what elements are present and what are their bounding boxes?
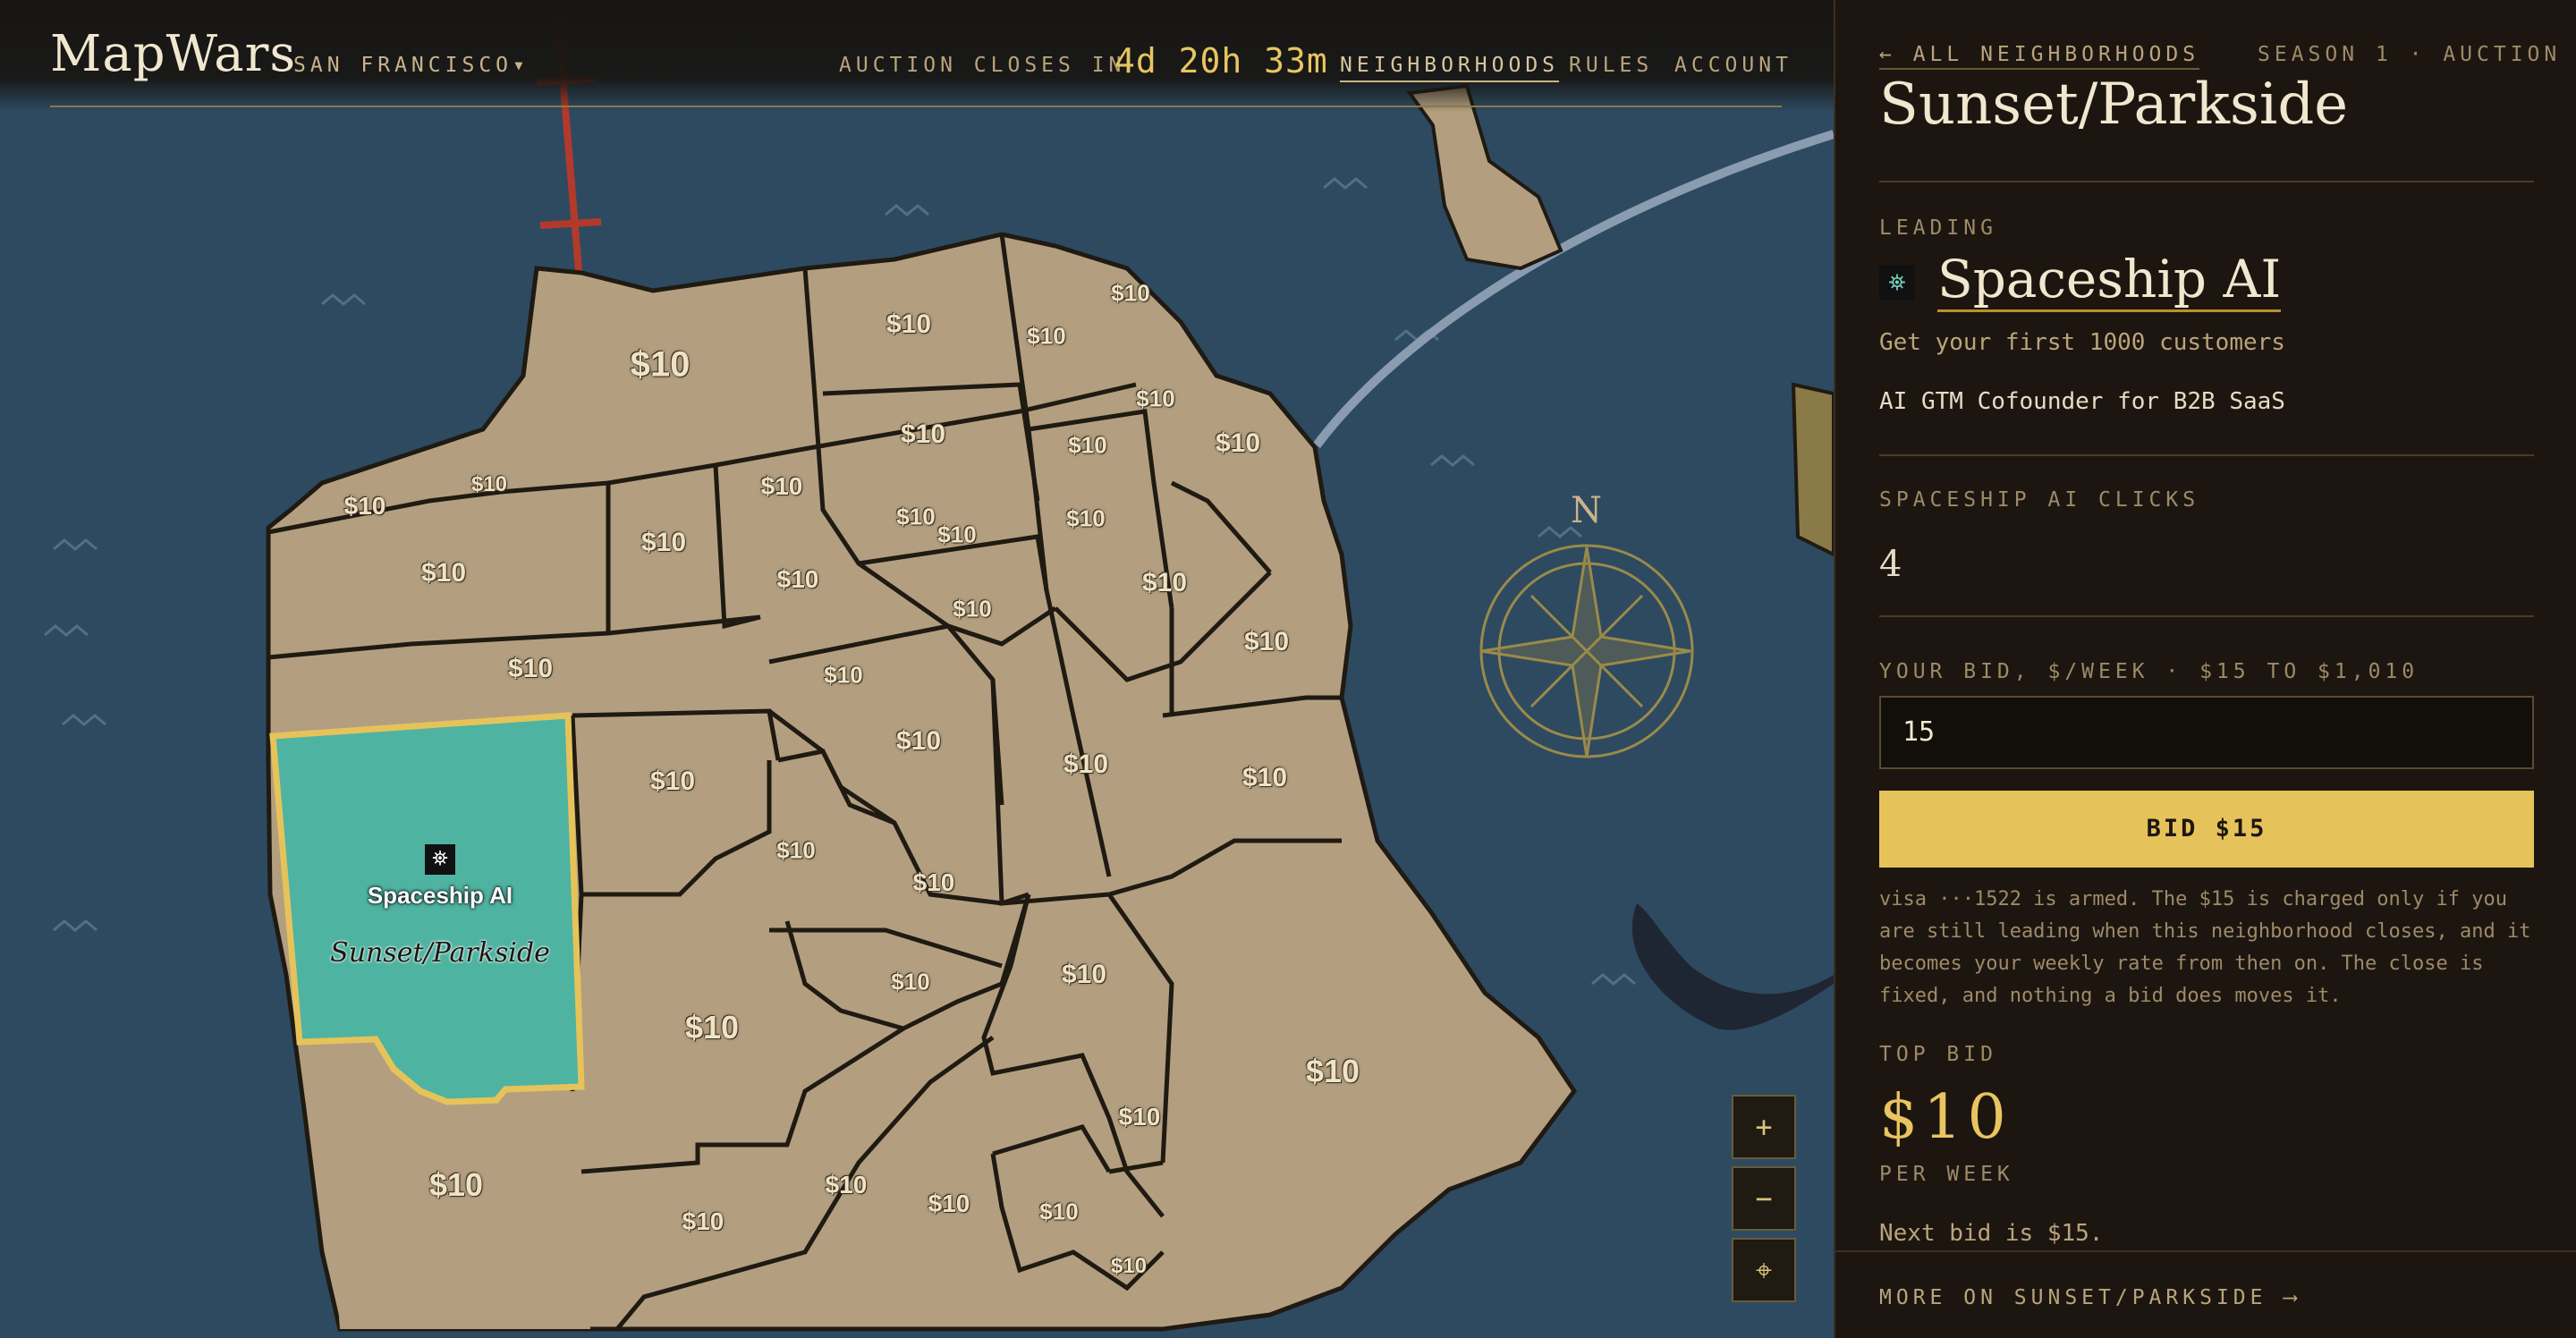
per-week-label: PER WEEK bbox=[1879, 1163, 2014, 1186]
neighborhood-panel: ← ALL NEIGHBORHOODS SEASON 1 · AUCTION S… bbox=[1834, 0, 2576, 1338]
clicks-label: SPACESHIP AI CLICKS bbox=[1879, 488, 2200, 512]
chevron-down-icon: ▾ bbox=[513, 54, 530, 77]
neighborhood-price-label[interactable]: $10 bbox=[1027, 323, 1065, 351]
neighborhood-price-label[interactable]: $10 bbox=[508, 654, 553, 684]
zoom-out-button[interactable]: − bbox=[1732, 1166, 1796, 1231]
back-to-neighborhoods-link[interactable]: ← ALL NEIGHBORHOODS bbox=[1879, 43, 2200, 70]
clicks-count: 4 bbox=[1879, 544, 1902, 585]
neighborhood-price-label[interactable]: $10 bbox=[685, 1009, 739, 1046]
locate-button[interactable]: ⌖ bbox=[1732, 1238, 1796, 1302]
neighborhood-price-label[interactable]: $10 bbox=[1063, 749, 1108, 780]
neighborhood-price-label[interactable]: $10 bbox=[1142, 568, 1187, 598]
top-bid-label: TOP BID bbox=[1879, 1043, 1997, 1066]
nav-rules[interactable]: RULES bbox=[1569, 54, 1653, 77]
neighborhood-price-label[interactable]: $10 bbox=[641, 528, 686, 558]
neighborhood-price-label[interactable]: $10 bbox=[896, 504, 935, 531]
auction-closes-label: AUCTION CLOSES IN bbox=[839, 54, 1126, 77]
neighborhood-price-label[interactable]: $10 bbox=[777, 565, 819, 594]
neighborhood-price-label[interactable]: $10 bbox=[913, 868, 955, 897]
leader-description: AI GTM Cofounder for B2B SaaS bbox=[1879, 388, 2285, 415]
city-label: SAN FRANCISCO bbox=[293, 54, 513, 77]
neighborhood-price-label[interactable]: $10 bbox=[1119, 1103, 1161, 1131]
top-bid-value: $10 bbox=[1879, 1082, 2012, 1153]
neighborhood-price-label[interactable]: $10 bbox=[953, 596, 991, 623]
neighborhood-price-label[interactable]: $10 bbox=[928, 1190, 970, 1218]
spaceship-logo-icon: ⛯ bbox=[425, 844, 455, 875]
neighborhood-title: Sunset/Parkside bbox=[1879, 72, 2349, 138]
leader-tagline: Get your first 1000 customers bbox=[1879, 329, 2285, 356]
bay-bridge bbox=[1312, 130, 1834, 448]
neighborhood-price-label[interactable]: $10 bbox=[1136, 385, 1174, 413]
neighborhood-price-label[interactable]: $10 bbox=[650, 766, 695, 797]
neighborhood-price-label[interactable]: $10 bbox=[1306, 1053, 1360, 1090]
neighborhood-price-label[interactable]: $10 bbox=[1242, 763, 1287, 793]
top-nav: MapWars SAN FRANCISCO▾ AUCTION CLOSES IN… bbox=[0, 0, 1834, 112]
leading-label: LEADING bbox=[1879, 216, 1997, 240]
neighborhood-price-label[interactable]: $10 bbox=[1244, 627, 1289, 657]
neighborhood-price-label[interactable]: $10 bbox=[421, 558, 466, 589]
nav-account[interactable]: ACCOUNT bbox=[1674, 54, 1792, 77]
bid-button[interactable]: BID $15 bbox=[1879, 791, 2534, 868]
neighborhood-price-label[interactable]: $10 bbox=[344, 492, 386, 521]
neighborhood-price-label[interactable]: $10 bbox=[886, 309, 931, 340]
neighborhood-price-label[interactable]: $10 bbox=[901, 419, 945, 450]
neighborhood-price-label[interactable]: $10 bbox=[937, 521, 976, 549]
bid-amount-input[interactable]: 15 bbox=[1879, 696, 2534, 769]
neighborhood-price-label[interactable]: $10 bbox=[1111, 280, 1149, 308]
leader-name[interactable]: Spaceship AI bbox=[1937, 249, 2282, 312]
nav-neighborhoods[interactable]: NEIGHBORHOODS bbox=[1340, 54, 1560, 82]
city-selector[interactable]: SAN FRANCISCO▾ bbox=[293, 54, 530, 77]
neighborhood-price-label[interactable]: $10 bbox=[1066, 505, 1105, 533]
spaceship-logo-icon: ⛯ bbox=[1879, 265, 1915, 301]
east-edge-land bbox=[1791, 382, 1834, 557]
neighborhood-price-label[interactable]: $10 bbox=[776, 837, 815, 865]
neighborhood-price-label[interactable]: $10 bbox=[631, 345, 691, 385]
next-bid-text: Next bid is $15. bbox=[1879, 1220, 2104, 1247]
nav-divider bbox=[50, 106, 1782, 107]
bid-label: YOUR BID, $/WEEK · $15 TO $1,010 bbox=[1879, 660, 2419, 683]
neighborhood-price-label[interactable]: $10 bbox=[1111, 1254, 1147, 1279]
compass-rose bbox=[1479, 544, 1694, 758]
neighborhood-price-label[interactable]: $10 bbox=[896, 726, 941, 757]
neighborhood-price-label[interactable]: $10 bbox=[824, 662, 862, 690]
selected-leader-marker[interactable]: ⛯ Spaceship AI bbox=[351, 844, 530, 910]
neighborhood-price-label[interactable]: $10 bbox=[682, 1207, 724, 1236]
map-svg bbox=[44, 0, 1834, 1332]
neighborhood-price-label[interactable]: $10 bbox=[429, 1166, 483, 1204]
neighborhood-price-label[interactable]: $10 bbox=[761, 472, 803, 501]
selected-leader-name: Spaceship AI bbox=[367, 882, 513, 909]
neighborhood-price-label[interactable]: $10 bbox=[1039, 1198, 1078, 1226]
auction-timer: 4d 20h 33m bbox=[1114, 41, 1328, 80]
neighborhood-price-label[interactable]: $10 bbox=[1062, 960, 1106, 990]
neighborhood-price-label[interactable]: $10 bbox=[891, 969, 929, 996]
panel-footer: MORE ON SUNSET/PARKSIDE ⟶ bbox=[1835, 1250, 2576, 1338]
neighborhood-price-label[interactable]: $10 bbox=[1216, 428, 1260, 459]
treasure-island bbox=[1406, 83, 1563, 271]
neighborhood-price-label[interactable]: $10 bbox=[1068, 432, 1106, 460]
more-on-neighborhood-link[interactable]: MORE ON SUNSET/PARKSIDE ⟶ bbox=[1879, 1286, 2301, 1309]
selected-neighborhood-name: Sunset/Parkside bbox=[330, 937, 550, 969]
season-label: SEASON 1 · AUCTION bbox=[2258, 43, 2562, 66]
neighborhood-price-label[interactable]: $10 bbox=[826, 1171, 868, 1199]
coastline-detail bbox=[1631, 903, 1834, 1030]
divider bbox=[1879, 454, 2534, 456]
map-canvas[interactable]: $10 $10 $10 $10 $10 $10 $10 $10 $10 $10 $10 $10 $10 $… bbox=[0, 0, 1834, 1338]
divider bbox=[1879, 615, 2534, 617]
zoom-in-button[interactable]: + bbox=[1732, 1095, 1796, 1159]
compass-letter: N bbox=[1571, 490, 1602, 531]
neighborhood-price-label[interactable]: $10 bbox=[471, 472, 507, 497]
divider bbox=[1879, 181, 2534, 182]
app-logo[interactable]: MapWars bbox=[50, 25, 296, 83]
bid-note: visa ···1522 is armed. The $15 is charge… bbox=[1879, 888, 2531, 1007]
